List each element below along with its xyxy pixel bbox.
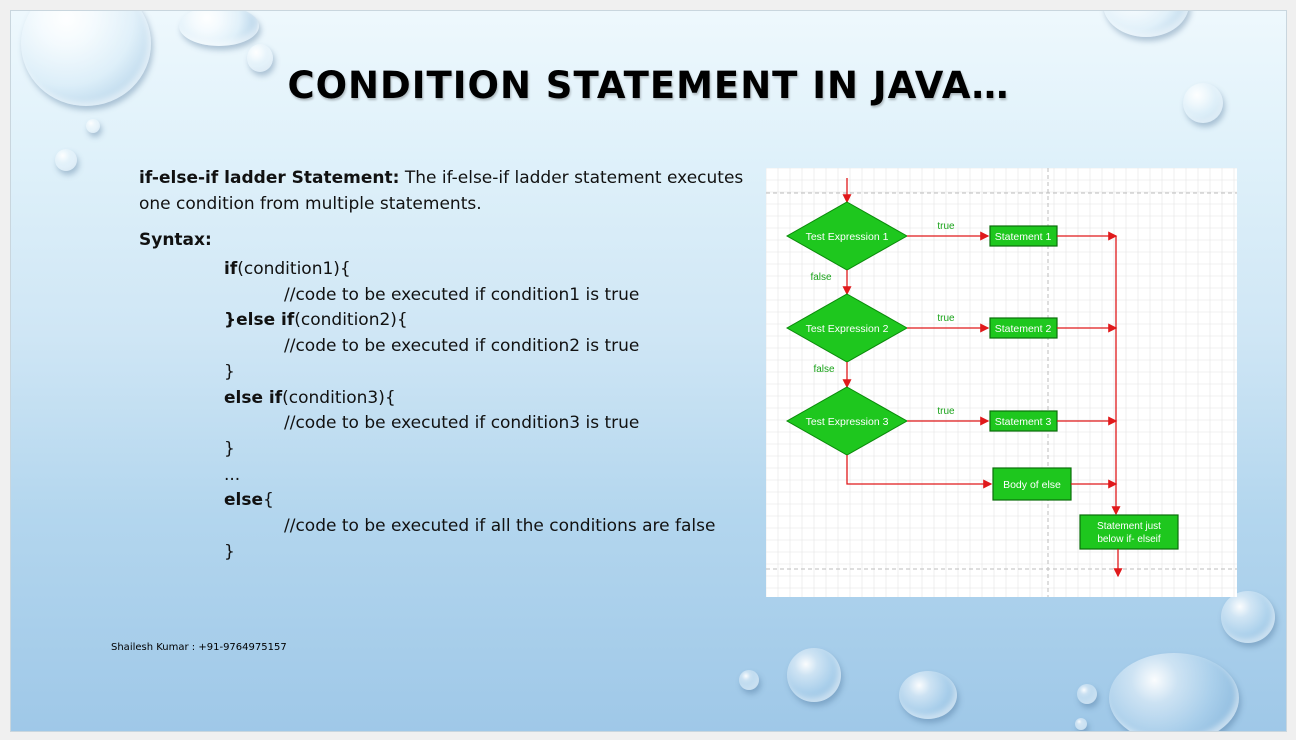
water-drop-decoration (55, 149, 77, 171)
final-statement-label: Statement just (1097, 521, 1161, 532)
slide-content: if-else-if ladder Statement: The if-else… (139, 165, 779, 565)
code-keyword: }else if (224, 310, 295, 331)
code-text: { (263, 490, 274, 511)
code-keyword: else if (224, 387, 283, 408)
code-line: //code to be executed if condition1 is t… (139, 283, 779, 309)
water-drop-decoration (1077, 684, 1097, 704)
statement-label: Statement 2 (995, 323, 1052, 335)
water-drop-decoration (1221, 591, 1275, 643)
code-line: //code to be executed if all the conditi… (139, 514, 779, 540)
code-line: //code to be executed if condition2 is t… (139, 334, 779, 360)
water-drop-decoration (899, 671, 957, 719)
false-label: false (813, 364, 835, 375)
decision-label: Test Expression 2 (806, 323, 889, 335)
decision-label: Test Expression 3 (806, 416, 889, 428)
flowchart-diagram: Test Expression 1 true Statement 1 false Tes… (765, 167, 1237, 597)
code-text: //code to be executed if condition3 is t… (284, 413, 640, 434)
code-line: }else if(condition2){ (139, 308, 779, 334)
code-keyword: else (224, 490, 264, 511)
statement-label: Statement 3 (995, 416, 1052, 428)
code-text: //code to be executed if condition2 is t… (284, 336, 640, 357)
false-label: false (810, 272, 832, 283)
true-label: true (937, 406, 955, 417)
code-line: } (139, 540, 779, 566)
slide-title: CONDITION STATEMENT IN JAVA… (287, 64, 1010, 107)
code-line: ... (139, 463, 779, 489)
water-drop-decoration (1109, 653, 1239, 731)
code-line: //code to be executed if condition3 is t… (139, 411, 779, 437)
code-text: (condition2){ (294, 310, 408, 331)
water-drop-decoration (179, 11, 259, 46)
code-text: } (224, 361, 235, 382)
code-line: else if(condition3){ (139, 386, 779, 412)
footer-credit: Shailesh Kumar : +91-9764975157 (111, 642, 287, 653)
code-line: else{ (139, 488, 779, 514)
code-text: (condition1){ (237, 259, 351, 279)
code-text: //code to be executed if condition1 is t… (284, 284, 640, 305)
else-arrow (846, 455, 993, 489)
code-keyword: if (224, 259, 238, 279)
intro-bold: if-else-if ladder Statement: (139, 168, 400, 188)
final-statement-label: below if- elseif (1097, 534, 1161, 545)
water-drop-decoration (1075, 718, 1087, 730)
decision-label: Test Expression 1 (806, 231, 889, 243)
true-label: true (937, 221, 955, 232)
code-line: if(condition1){ (139, 257, 779, 283)
code-text: //code to be executed if all the conditi… (284, 516, 716, 537)
intro-paragraph: if-else-if ladder Statement: The if-else… (139, 165, 779, 217)
slide: CONDITION STATEMENT IN JAVA… if-else-if … (10, 10, 1287, 732)
code-line: } (139, 437, 779, 463)
code-text: (condition3){ (282, 387, 396, 408)
true-label: true (937, 313, 955, 324)
water-drop-decoration (787, 648, 841, 702)
statement-label: Statement 1 (995, 231, 1052, 243)
code-line: } (139, 360, 779, 386)
syntax-label: Syntax: (139, 230, 212, 250)
water-drop-decoration (739, 670, 759, 690)
water-drop-decoration (1103, 11, 1189, 37)
else-body-label: Body of else (1003, 479, 1061, 491)
water-drop-decoration (86, 119, 100, 133)
code-text: } (224, 438, 235, 459)
code-text: ... (224, 464, 241, 485)
code-text: } (224, 541, 235, 562)
flowchart-svg: Test Expression 1 true Statement 1 false Tes… (765, 167, 1237, 597)
code-block: if(condition1){//code to be executed if … (139, 257, 779, 565)
